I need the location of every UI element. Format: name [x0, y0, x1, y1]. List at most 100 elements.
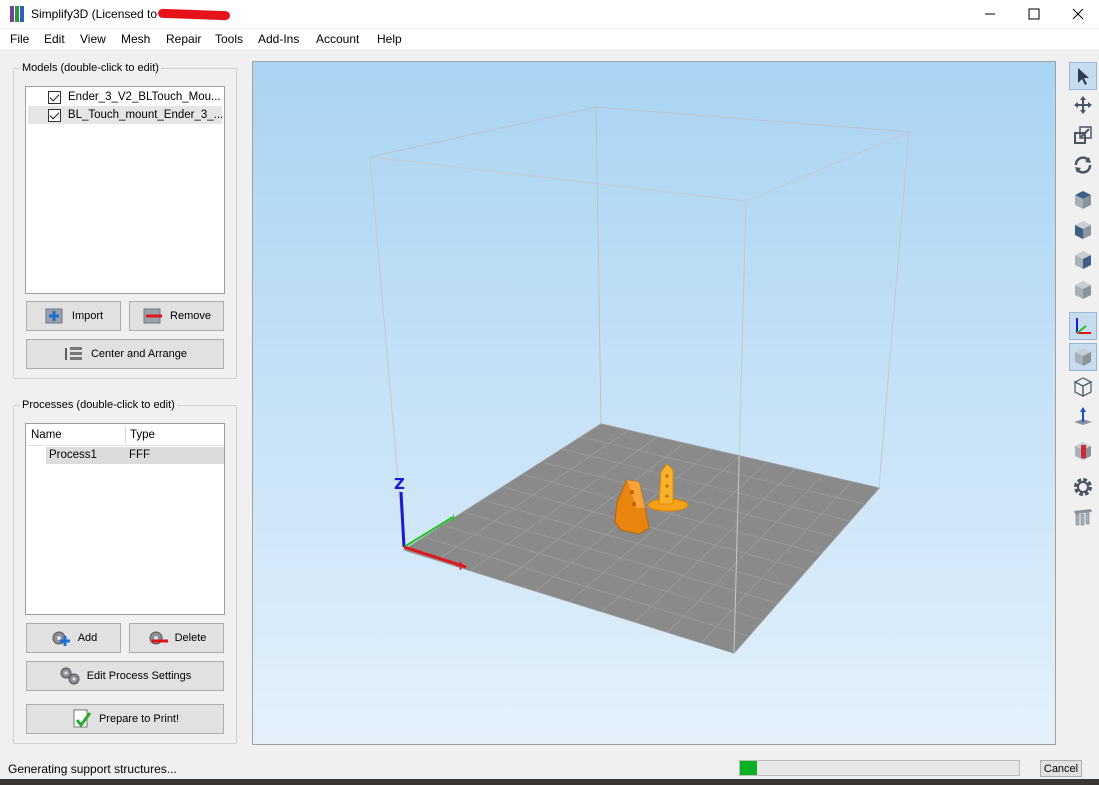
- status-message: Generating support structures...: [8, 762, 177, 776]
- remove-icon: [142, 306, 164, 326]
- rotate-icon: [1074, 156, 1092, 174]
- minimize-button[interactable]: [967, 0, 1013, 28]
- app-icon: [10, 6, 24, 22]
- model-item[interactable]: Ender_3_V2_BLTouch_Mou...: [28, 88, 222, 106]
- z-axis-label: Z: [394, 475, 405, 493]
- models-list[interactable]: Ender_3_V2_BLTouch_Mou... BL_Touch_mount…: [25, 86, 225, 294]
- import-label: Import: [71, 310, 104, 322]
- view-top-icon: [1075, 191, 1091, 209]
- remove-label: Remove: [170, 310, 211, 322]
- delete-label: Delete: [174, 632, 207, 644]
- center-arrange-button[interactable]: Center and Arrange: [26, 339, 224, 369]
- add-gear-icon: [50, 628, 72, 648]
- x-axis-label: +: [455, 559, 466, 574]
- model-name: Ender_3_V2_BLTouch_Mou...: [68, 91, 221, 103]
- scale-icon: [1074, 126, 1092, 144]
- select-tool[interactable]: [1069, 62, 1097, 90]
- y-axis-label: +: [449, 511, 458, 524]
- delete-gear-icon: [147, 628, 169, 648]
- axes-toggle[interactable]: [1069, 312, 1097, 340]
- table-row[interactable]: Process1 FFF: [46, 447, 224, 464]
- processes-group: Processes (double-click to edit) Name Ty…: [13, 399, 237, 744]
- processes-group-title: Processes (double-click to edit): [20, 399, 177, 411]
- move-icon: [1074, 96, 1092, 114]
- menu-account[interactable]: Account: [316, 32, 359, 46]
- minimize-icon: [985, 13, 995, 15]
- normals-toggle[interactable]: [1069, 403, 1097, 431]
- column-divider: [125, 426, 126, 444]
- move-tool[interactable]: [1069, 91, 1097, 119]
- view-toolbar: [1066, 60, 1099, 760]
- view-side-tool[interactable]: [1069, 246, 1097, 274]
- menu-add-ins[interactable]: Add-Ins: [258, 32, 299, 46]
- view-front-tool[interactable]: [1069, 216, 1097, 244]
- view-iso-icon: [1075, 281, 1091, 299]
- add-label: Add: [77, 632, 98, 644]
- cancel-button[interactable]: Cancel: [1040, 760, 1082, 777]
- process-name: Process1: [49, 449, 97, 461]
- remove-button[interactable]: Remove: [129, 301, 224, 331]
- solid-view-toggle[interactable]: [1069, 343, 1097, 371]
- progress-bar: [739, 760, 1020, 776]
- view-iso-tool[interactable]: [1069, 276, 1097, 304]
- checkmark-document-icon: [71, 709, 93, 729]
- desktop-background: [0, 779, 1099, 785]
- model-checkbox[interactable]: [48, 108, 61, 122]
- solid-icon: [1075, 348, 1091, 366]
- menu-view[interactable]: View: [80, 32, 106, 46]
- edit-process-label: Edit Process Settings: [86, 670, 192, 682]
- status-bar: Generating support structures... Cancel: [0, 759, 1099, 779]
- print-bed: [402, 423, 880, 654]
- view-side-icon: [1075, 251, 1091, 269]
- model-item[interactable]: BL_Touch_mount_Ender_3_...: [28, 106, 222, 124]
- column-name[interactable]: Name: [31, 429, 62, 441]
- close-button[interactable]: [1055, 0, 1099, 28]
- cross-section-icon: [1075, 442, 1091, 460]
- maximize-button[interactable]: [1011, 0, 1057, 28]
- wireframe-toggle[interactable]: [1069, 373, 1097, 401]
- processes-table[interactable]: Name Type Process1 FFF: [25, 423, 225, 615]
- edit-process-settings-button[interactable]: Edit Process Settings: [26, 661, 224, 691]
- process-type: FFF: [129, 449, 151, 461]
- import-icon: [44, 306, 66, 326]
- column-type[interactable]: Type: [130, 429, 155, 441]
- window-title: Simplify3D (Licensed to: [31, 7, 158, 21]
- menu-repair[interactable]: Repair: [166, 32, 201, 46]
- maximize-icon: [1028, 8, 1040, 20]
- axes-icon: [1076, 318, 1091, 334]
- table-header: Name Type: [26, 424, 224, 446]
- close-icon: [1072, 8, 1084, 20]
- gears-icon: [59, 666, 81, 686]
- models-group: Models (double-click to edit) Ender_3_V2…: [13, 62, 237, 379]
- prepare-label: Prepare to Print!: [98, 713, 180, 725]
- model-checkbox[interactable]: [48, 90, 61, 104]
- title-bar: Simplify3D (Licensed to: [0, 0, 1099, 28]
- scene: Z + +: [369, 106, 910, 654]
- progress-fill: [740, 761, 757, 775]
- prepare-to-print-button[interactable]: Prepare to Print!: [26, 704, 224, 734]
- rotate-tool[interactable]: [1069, 151, 1097, 179]
- menu-help[interactable]: Help: [377, 32, 402, 46]
- add-process-button[interactable]: Add: [26, 623, 121, 653]
- menu-tools[interactable]: Tools: [215, 32, 243, 46]
- import-button[interactable]: Import: [26, 301, 121, 331]
- menu-edit[interactable]: Edit: [44, 32, 65, 46]
- delete-process-button[interactable]: Delete: [129, 623, 224, 653]
- select-icon: [1078, 68, 1089, 85]
- redaction-mark: [157, 8, 231, 21]
- 3d-viewport[interactable]: Z + +: [252, 61, 1056, 745]
- models-group-title: Models (double-click to edit): [20, 62, 161, 74]
- menu-bar: File Edit View Mesh Repair Tools Add-Ins…: [0, 29, 1099, 49]
- normals-icon: [1074, 407, 1092, 425]
- model-name: BL_Touch_mount_Ender_3_...: [67, 109, 222, 121]
- scale-tool[interactable]: [1069, 121, 1097, 149]
- menu-file[interactable]: File: [10, 32, 29, 46]
- view-top-tool[interactable]: [1069, 186, 1097, 214]
- settings-tool[interactable]: [1069, 473, 1097, 501]
- settings-gear-icon: [1074, 478, 1092, 496]
- supports-tool[interactable]: [1069, 503, 1097, 531]
- wireframe-icon: [1073, 377, 1093, 397]
- cross-section-tool[interactable]: [1069, 437, 1097, 465]
- menu-mesh[interactable]: Mesh: [121, 32, 150, 46]
- build-volume-back: [369, 106, 910, 425]
